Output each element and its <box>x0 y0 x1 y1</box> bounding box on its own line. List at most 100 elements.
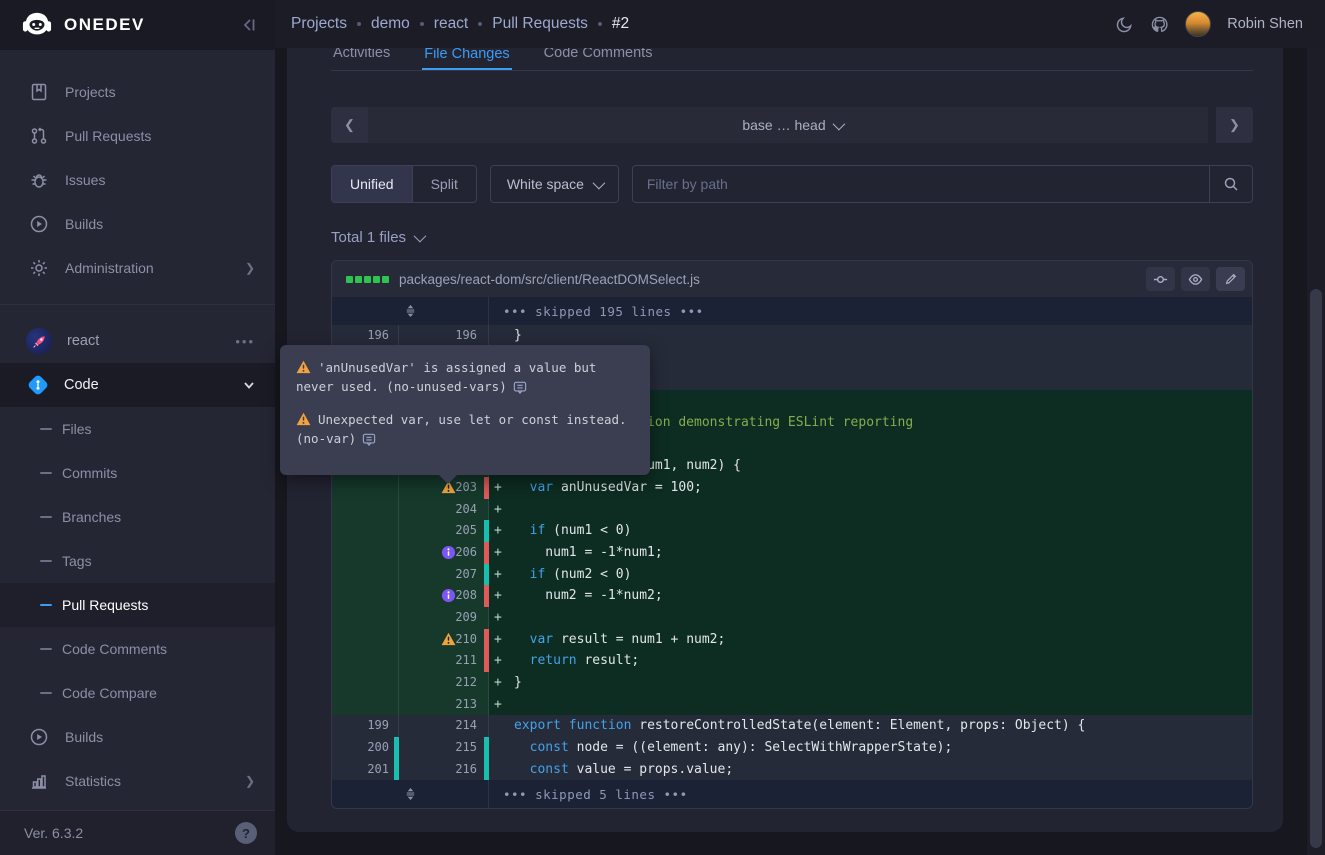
sidebar-item-pull-requests-sub[interactable]: Pull Requests <box>0 583 275 627</box>
comment-icon[interactable] <box>513 381 527 394</box>
split-button[interactable]: Split <box>413 166 476 202</box>
react-project-avatar <box>26 328 52 354</box>
commit-range-track[interactable] <box>368 107 1208 143</box>
code-content: + <box>489 499 1252 521</box>
warning-marker-icon[interactable] <box>441 632 456 647</box>
edit-file-pencil-button[interactable] <box>1216 267 1245 291</box>
diff-added-line[interactable]: 209+ <box>332 607 1252 629</box>
diff-context-line[interactable]: 196196 } <box>332 325 1252 347</box>
path-filter-input[interactable] <box>633 166 1209 202</box>
code-content: } <box>489 325 1252 347</box>
project-more-icon[interactable]: ••• <box>235 334 255 349</box>
new-line-number: 214 <box>399 715 489 737</box>
play-circle-icon <box>29 727 49 747</box>
chevron-down-icon <box>592 176 605 189</box>
sidebar-item-branches[interactable]: Branches <box>0 495 275 539</box>
eslint-warning: 'anUnusedVar' is assigned a value but ne… <box>296 358 634 396</box>
page-scrollbar[interactable] <box>1307 48 1325 855</box>
diff-added-line[interactable]: 212+} <box>332 672 1252 694</box>
file-path[interactable]: packages/react-dom/src/client/ReactDOMSe… <box>399 272 1140 287</box>
commit-range-bar: ❮ ❯ base … head <box>331 107 1253 143</box>
sidebar-item-issues[interactable]: Issues <box>0 158 275 202</box>
tab-code-comments[interactable]: Code Comments <box>542 48 655 70</box>
old-line-number: 200 <box>332 737 399 759</box>
unified-button[interactable]: Unified <box>332 166 413 202</box>
tab-file-changes[interactable]: File Changes <box>422 48 511 70</box>
breadcrumb-pull-requests[interactable]: Pull Requests <box>492 15 588 33</box>
sidebar-item-pull-requests[interactable]: Pull Requests <box>0 114 275 158</box>
search-button[interactable] <box>1209 166 1252 202</box>
bar-chart-icon <box>29 771 49 791</box>
diff-context-line[interactable]: 199214 export function restoreControlled… <box>332 715 1252 737</box>
total-files-toggle[interactable]: Total 1 files <box>331 229 1253 246</box>
new-line-number: 205 <box>399 520 489 542</box>
diff-context-line[interactable]: 200215 const node = ((element: any): Sel… <box>332 737 1252 759</box>
breadcrumb-demo[interactable]: demo <box>371 15 410 33</box>
sidebar-section-code[interactable]: Code <box>0 363 275 407</box>
sidebar-item-commits[interactable]: Commits <box>0 451 275 495</box>
app-name: ONEDEV <box>64 15 241 35</box>
code-content: + <box>489 607 1252 629</box>
help-icon[interactable]: ? <box>235 822 257 844</box>
diff-added-line[interactable]: 205+ if (num1 < 0) <box>332 520 1252 542</box>
diff-added-line[interactable]: 204+ <box>332 499 1252 521</box>
code-content: + <box>489 694 1252 716</box>
diff-added-line[interactable]: 213+ <box>332 694 1252 716</box>
old-line-number <box>332 477 399 499</box>
whitespace-dropdown[interactable]: White space <box>490 165 619 203</box>
file-diff-card: packages/react-dom/src/client/ReactDOMSe… <box>331 260 1253 809</box>
coverage-bar <box>484 737 489 759</box>
dash-icon <box>40 692 52 694</box>
sidebar-collapse-icon[interactable] <box>241 17 257 33</box>
sidebar-item-project-builds[interactable]: Builds <box>0 715 275 759</box>
diff-added-line[interactable]: 210+ var result = num1 + num2; <box>332 629 1252 651</box>
code-content: + var anUnusedVar = 100; <box>489 477 1252 499</box>
info-marker-icon[interactable] <box>441 545 456 560</box>
diff-added-line[interactable]: 203+ var anUnusedVar = 100; <box>332 477 1252 499</box>
breadcrumb: Projects demo react Pull Requests #2 <box>291 15 629 33</box>
sidebar-item-tags[interactable]: Tags <box>0 539 275 583</box>
coverage-bar <box>484 542 489 564</box>
diff-added-line[interactable]: 206+ num1 = -1*num1; <box>332 542 1252 564</box>
tab-activities[interactable]: Activities <box>331 48 392 70</box>
breadcrumb-separator <box>420 22 424 26</box>
expand-lines-icon[interactable] <box>404 304 417 318</box>
sidebar-item-code-compare[interactable]: Code Compare <box>0 671 275 715</box>
sidebar-item-projects[interactable]: Projects <box>0 70 275 114</box>
expand-lines-icon[interactable] <box>404 787 417 801</box>
scrollbar-thumb[interactable] <box>1310 289 1322 848</box>
sidebar-project-react[interactable]: react ••• <box>0 319 275 363</box>
breadcrumb-react[interactable]: react <box>434 15 468 33</box>
new-line-number: 213 <box>399 694 489 716</box>
sidebar-item-files[interactable]: Files <box>0 407 275 451</box>
diff-added-line[interactable]: 207+ if (num2 < 0) <box>332 564 1252 586</box>
old-line-number: 199 <box>332 715 399 737</box>
sidebar-item-administration[interactable]: Administration ❯ <box>0 246 275 290</box>
book-icon <box>29 82 49 102</box>
old-line-number <box>332 542 399 564</box>
pr-tabs: Activities File Changes Code Comments <box>331 48 1253 71</box>
commit-navigation-button[interactable] <box>1146 267 1175 291</box>
comment-icon[interactable] <box>362 433 376 446</box>
old-line-number <box>332 607 399 629</box>
user-avatar[interactable] <box>1185 11 1211 37</box>
old-line-number <box>332 629 399 651</box>
gear-icon <box>29 258 49 278</box>
sidebar-item-code-comments[interactable]: Code Comments <box>0 627 275 671</box>
next-commit-button[interactable]: ❯ <box>1216 107 1253 143</box>
info-marker-icon[interactable] <box>441 588 456 603</box>
diff-context-line[interactable]: 201216 const value = props.value; <box>332 759 1252 781</box>
diff-added-line[interactable]: 211+ return result; <box>332 650 1252 672</box>
sidebar-item-builds[interactable]: Builds <box>0 202 275 246</box>
code-content: const value = props.value; <box>489 759 1252 781</box>
github-icon[interactable] <box>1150 15 1169 34</box>
prev-commit-button[interactable]: ❮ <box>331 107 368 143</box>
breadcrumb-separator <box>357 22 361 26</box>
new-line-number: 210 <box>399 629 489 651</box>
sidebar-item-statistics[interactable]: Statistics ❯ <box>0 759 275 803</box>
user-name[interactable]: Robin Shen <box>1227 16 1303 32</box>
diff-added-line[interactable]: 208+ num2 = -1*num2; <box>332 585 1252 607</box>
dark-mode-moon-icon[interactable] <box>1115 15 1134 34</box>
breadcrumb-projects[interactable]: Projects <box>291 15 347 33</box>
view-file-eye-button[interactable] <box>1181 267 1210 291</box>
